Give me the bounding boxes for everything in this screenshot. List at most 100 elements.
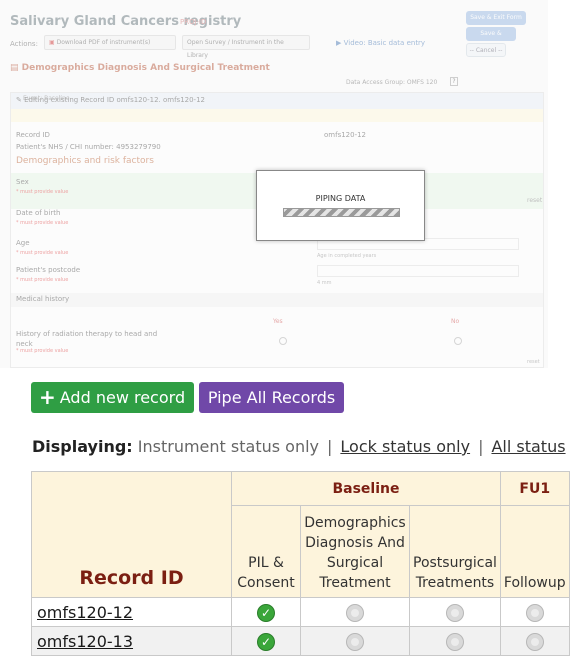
complete-check-icon[interactable]: ✓	[257, 603, 275, 622]
complete-check-icon[interactable]: ✓	[257, 632, 275, 651]
dob-label: Date of birth	[16, 209, 61, 217]
dob-required: * must provide value	[16, 220, 69, 226]
form-header-line: Treatment	[319, 575, 391, 591]
editing-suffix: omfs120-12	[162, 96, 205, 104]
status-cell[interactable]: ✓	[231, 626, 301, 656]
sex-label: Sex	[16, 178, 29, 186]
status-cell[interactable]	[409, 597, 501, 627]
status-cell[interactable]	[409, 626, 501, 656]
help-icon[interactable]: ?	[450, 77, 458, 86]
no-data-circle-icon[interactable]	[525, 632, 544, 651]
actions-label: Actions:	[10, 40, 38, 48]
download-pdf-label: Download PDF of instrument(s)	[56, 39, 151, 46]
record-id-header: Record ID	[31, 471, 232, 598]
form-header-line: PIL &	[248, 555, 284, 571]
record-link[interactable]: omfs120-12	[37, 603, 133, 622]
instrument-title-label: Demographics Diagnosis And Surgical Trea…	[21, 63, 270, 73]
survey-link-button[interactable]: Open Survey / Instrument in the Library	[182, 35, 310, 59]
pdf-icon: ▣	[49, 39, 55, 46]
display-filter: Displaying: Instrument status only | Lock …	[32, 437, 566, 456]
app-title: Salivary Gland Cancers registry	[10, 14, 242, 29]
record-id-cell: omfs120-13	[31, 626, 232, 656]
no-data-circle-icon[interactable]	[346, 603, 364, 622]
data-entry-screenshot: Salivary Gland Cancers registry PROJ-ID …	[0, 0, 548, 368]
form-icon: ▤	[10, 63, 19, 73]
radiation-no-radio[interactable]	[454, 337, 462, 345]
table-row: omfs120-13 ✓	[31, 626, 570, 656]
piping-title: PIPING DATA	[315, 194, 366, 203]
status-cell[interactable]	[499, 626, 570, 656]
table-row: omfs120-12 ✓	[31, 597, 570, 627]
pipe-all-records-button[interactable]: Pipe All Records	[199, 382, 344, 413]
radiation-reset-link[interactable]: reset	[527, 359, 540, 365]
no-data-circle-icon[interactable]	[346, 632, 364, 651]
data-access-label: Data Access Group:	[346, 79, 405, 86]
no-data-circle-icon[interactable]	[445, 603, 464, 622]
postcode-label: Patient's postcode	[16, 266, 81, 274]
radiation-yes-radio[interactable]	[279, 337, 287, 345]
record-status-table: Record ID Baseline FU1 PIL & Consent Demo…	[31, 471, 570, 656]
plus-icon: +	[39, 385, 56, 409]
form-header-line: Surgical	[326, 555, 384, 571]
form-header-pil-consent: PIL & Consent	[231, 505, 301, 598]
cancel-button[interactable]: -- Cancel --	[466, 43, 506, 57]
status-cell[interactable]: ✓	[231, 597, 301, 627]
form-header-line: Postsurgical	[413, 555, 497, 571]
video-icon: ▶	[336, 39, 342, 47]
add-new-record-label: Add new record	[59, 388, 186, 407]
form-header-demographics: Demographics Diagnosis And Surgical Treatme…	[300, 505, 410, 598]
filter-separator: |	[327, 437, 333, 456]
instrument-title: ▤ Demographics Diagnosis And Surgical Tr…	[10, 63, 270, 73]
filter-all-status[interactable]: All status	[491, 437, 565, 456]
status-cell[interactable]	[300, 597, 410, 627]
video-link[interactable]: ▶ Video: Basic data entry	[336, 39, 425, 47]
record-id-label: Record ID	[16, 131, 50, 139]
filter-instrument-status[interactable]: Instrument status only	[138, 437, 319, 456]
add-new-record-button[interactable]: + Add new record	[31, 382, 194, 413]
section-header: Demographics and risk factors	[16, 156, 154, 166]
no-column-label: No	[451, 318, 460, 325]
data-access-group: Data Access Group: OMFS 120	[346, 79, 437, 86]
event-header-baseline: Baseline	[231, 471, 501, 506]
nhs-line: Patient's NHS / CHI number: 4953279790	[16, 143, 161, 151]
radiation-label-line1: History of radiation therapy to head and	[16, 330, 158, 338]
form-header-line: Demographics	[304, 515, 406, 531]
postcode-input[interactable]	[317, 265, 519, 277]
no-data-circle-icon[interactable]	[525, 603, 544, 622]
data-access-value: OMFS 120	[406, 79, 438, 86]
form-header-line: Treatments	[415, 575, 495, 591]
radiation-label: History of radiation therapy to head and…	[16, 329, 157, 349]
filter-separator: |	[478, 437, 484, 456]
filter-lock-status[interactable]: Lock status only	[340, 437, 470, 456]
pencil-icon: ✎	[16, 96, 22, 104]
postcode-hint: 4 mm	[317, 280, 332, 286]
form-header-postsurgical: Postsurgical Treatments	[409, 505, 501, 598]
form-header-line: Consent	[237, 575, 295, 591]
medical-history-header: Medical history	[16, 295, 70, 303]
sex-reset-link[interactable]: reset	[527, 197, 542, 204]
no-data-circle-icon[interactable]	[445, 632, 464, 651]
status-cell[interactable]	[300, 626, 410, 656]
save-button[interactable]: Save &	[466, 27, 516, 41]
form-header-followup: Followup	[499, 505, 570, 598]
age-hint: Age in completed years	[317, 253, 377, 259]
event-line: Event: Baseline	[23, 95, 70, 102]
event-header-fu1: FU1	[499, 471, 570, 506]
video-link-label: Video: Basic data entry	[343, 39, 426, 47]
download-pdf-button[interactable]: ▣ Download PDF of instrument(s)	[44, 35, 176, 50]
yes-column-label: Yes	[273, 318, 283, 325]
piping-data-modal: PIPING DATA	[256, 170, 425, 241]
record-id-cell: omfs120-12	[31, 597, 232, 627]
radiation-label-line2: neck	[16, 340, 33, 348]
record-id-value: omfs120-12	[324, 131, 367, 139]
age-required: * must provide value	[16, 250, 69, 256]
form-header-line: Followup	[503, 575, 566, 591]
save-exit-button[interactable]: Save & Exit Form	[466, 11, 526, 25]
age-label: Age	[16, 239, 30, 247]
app-badge: PROJ-ID	[180, 18, 207, 26]
sex-required: * must provide value	[16, 189, 69, 195]
event-band	[11, 109, 543, 122]
status-cell[interactable]	[499, 597, 570, 627]
display-label: Displaying:	[32, 437, 133, 456]
record-link[interactable]: omfs120-13	[37, 632, 133, 651]
